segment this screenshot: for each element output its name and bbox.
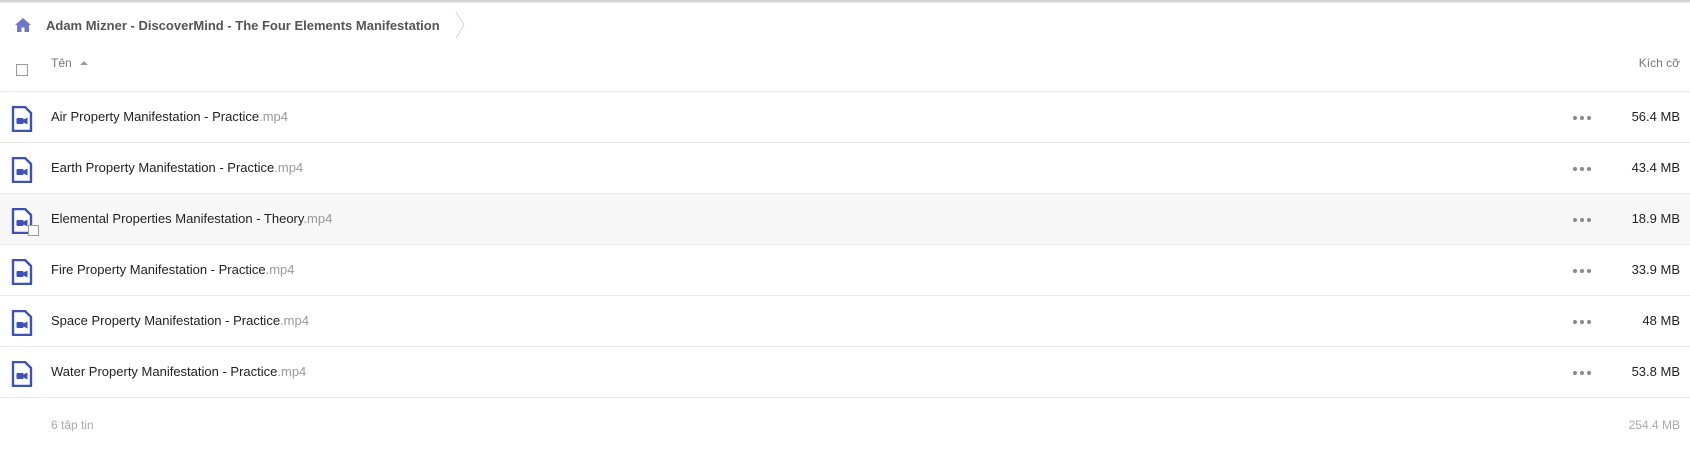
file-size: 43.4 MB [1631, 160, 1680, 175]
file-list: Air Property Manifestation - Practice.mp… [0, 92, 1690, 398]
more-options-icon[interactable] [1573, 370, 1591, 376]
file-name[interactable]: Space Property Manifestation - Practice.… [51, 313, 309, 328]
column-header-size[interactable]: Kích cỡ [1639, 56, 1680, 70]
row-checkbox[interactable] [28, 225, 39, 236]
total-size: 254.4 MB [1628, 418, 1680, 432]
more-options-icon[interactable] [1573, 115, 1591, 121]
file-row[interactable]: Air Property Manifestation - Practice.mp… [0, 92, 1690, 143]
column-header-name-label: Tên [51, 56, 72, 70]
file-name-base: Air Property Manifestation - Practice [51, 109, 260, 124]
file-browser: Adam Mizner - DiscoverMind - The Four El… [0, 0, 1690, 474]
file-row[interactable]: Fire Property Manifestation - Practice.m… [0, 245, 1690, 296]
file-row[interactable]: Earth Property Manifestation - Practice.… [0, 143, 1690, 194]
file-name[interactable]: Elemental Properties Manifestation - The… [51, 211, 332, 226]
file-size: 53.8 MB [1631, 364, 1680, 379]
file-extension: .mp4 [277, 364, 307, 379]
file-extension: .mp4 [259, 109, 288, 124]
home-icon[interactable] [12, 14, 34, 36]
file-row[interactable]: Space Property Manifestation - Practice.… [0, 296, 1690, 347]
sort-ascending-icon [79, 61, 88, 65]
file-name-base: Water Property Manifestation - Practice [51, 364, 278, 379]
column-header-name[interactable]: Tên [51, 56, 88, 70]
video-file-icon [11, 310, 33, 336]
file-name[interactable]: Earth Property Manifestation - Practice.… [51, 160, 303, 175]
file-count: 6 tập tin [51, 418, 94, 432]
file-size: 33.9 MB [1631, 262, 1680, 277]
file-name-base: Space Property Manifestation - Practice [51, 313, 281, 328]
video-file-icon [11, 106, 33, 132]
video-file-icon [11, 157, 33, 183]
more-options-icon[interactable] [1573, 217, 1591, 223]
file-row[interactable]: Elemental Properties Manifestation - The… [0, 194, 1690, 245]
file-size: 48 MB [1642, 313, 1680, 328]
more-options-icon[interactable] [1573, 319, 1591, 325]
breadcrumb-current-folder[interactable]: Adam Mizner - DiscoverMind - The Four El… [46, 18, 440, 33]
file-name[interactable]: Water Property Manifestation - Practice.… [51, 364, 306, 379]
breadcrumb: Adam Mizner - DiscoverMind - The Four El… [12, 6, 466, 44]
select-all-checkbox[interactable] [16, 64, 28, 76]
file-row[interactable]: Water Property Manifestation - Practice.… [0, 347, 1690, 398]
file-name-base: Elemental Properties Manifestation - The… [51, 211, 304, 226]
column-header-row: Tên Kích cỡ [0, 46, 1690, 92]
breadcrumb-separator-icon [455, 11, 465, 39]
file-extension: .mp4 [274, 160, 304, 175]
more-options-icon[interactable] [1573, 166, 1591, 172]
summary-footer: 6 tập tin 254.4 MB [0, 414, 1690, 440]
top-shadow [0, 0, 1690, 3]
file-extension: .mp4 [280, 313, 309, 328]
file-size: 56.4 MB [1631, 109, 1680, 124]
file-name-base: Earth Property Manifestation - Practice [51, 160, 275, 175]
file-name-base: Fire Property Manifestation - Practice [51, 262, 266, 277]
file-name[interactable]: Air Property Manifestation - Practice.mp… [51, 109, 288, 124]
file-extension: .mp4 [265, 262, 295, 277]
video-file-icon [11, 361, 33, 387]
video-file-icon [11, 259, 33, 285]
more-options-icon[interactable] [1573, 268, 1591, 274]
file-name[interactable]: Fire Property Manifestation - Practice.m… [51, 262, 294, 277]
file-extension: .mp4 [303, 211, 333, 226]
file-size: 18.9 MB [1631, 211, 1680, 226]
